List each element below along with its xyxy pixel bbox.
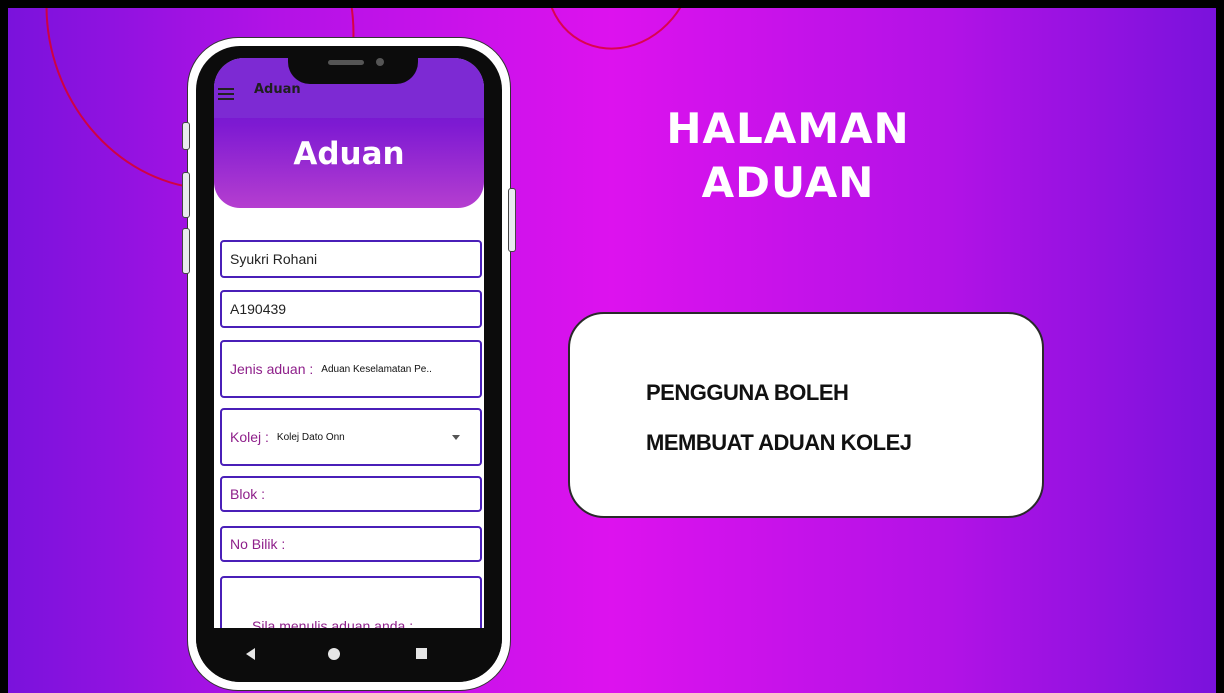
college-label: Kolej : — [230, 429, 269, 445]
dropdown-caret-icon[interactable] — [452, 435, 460, 440]
phone-volume-up-button — [182, 172, 190, 218]
info-box: PENGGUNA BOLEH MEMBUAT ADUAN KOLEJ — [568, 312, 1044, 518]
phone-side-button — [182, 122, 190, 150]
block-field[interactable]: Blok : — [220, 476, 482, 512]
complaint-type-select[interactable]: Jenis aduan : Aduan Keselamatan Pe.. — [220, 340, 482, 398]
info-line-1: PENGGUNA BOLEH — [646, 380, 849, 405]
phone-bezel: Aduan Aduan Syukri Rohani A190439 Jenis … — [196, 46, 502, 682]
nav-home-icon[interactable] — [328, 648, 340, 660]
speaker-icon — [328, 60, 364, 65]
android-nav-bar — [196, 628, 502, 682]
college-value: Kolej Dato Onn — [276, 431, 345, 443]
matric-id-value: A190439 — [230, 301, 287, 317]
complaint-placeholder: Sila menulis aduan anda : — [252, 618, 414, 628]
nav-recent-icon[interactable] — [416, 648, 427, 659]
toolbar-title: Aduan — [254, 82, 301, 97]
phone-notch — [288, 46, 418, 84]
headline-line-1: HALAMAN — [666, 104, 910, 153]
name-field[interactable]: Syukri Rohani — [220, 240, 482, 278]
phone-mockup: Aduan Aduan Syukri Rohani A190439 Jenis … — [182, 38, 516, 690]
page-title: Aduan — [293, 136, 405, 172]
complaint-type-label: Jenis aduan : — [230, 361, 314, 377]
phone-volume-down-button — [182, 228, 190, 274]
slide-background: Aduan Aduan Syukri Rohani A190439 Jenis … — [8, 8, 1216, 693]
info-line-2: MEMBUAT ADUAN KOLEJ — [646, 430, 912, 455]
app-screen: Aduan Aduan Syukri Rohani A190439 Jenis … — [214, 58, 484, 628]
watermark-mark — [516, 8, 724, 78]
headline-line-2: ADUAN — [701, 158, 875, 207]
complaint-textarea[interactable]: Sila menulis aduan anda : — [220, 576, 482, 628]
room-number-field[interactable]: No Bilik : — [220, 526, 482, 562]
camera-icon — [376, 58, 384, 66]
complaint-type-value: Aduan Keselamatan Pe.. — [321, 363, 432, 375]
name-value: Syukri Rohani — [230, 251, 318, 267]
matric-id-field[interactable]: A190439 — [220, 290, 482, 328]
slide-headline: HALAMAN ADUAN — [628, 102, 948, 210]
college-select[interactable]: Kolej : Kolej Dato Onn — [220, 408, 482, 466]
block-label: Blok : — [230, 486, 266, 502]
nav-back-icon[interactable] — [246, 648, 255, 660]
room-number-label: No Bilik : — [230, 536, 286, 552]
menu-icon[interactable] — [218, 88, 234, 100]
phone-power-button — [508, 188, 516, 252]
